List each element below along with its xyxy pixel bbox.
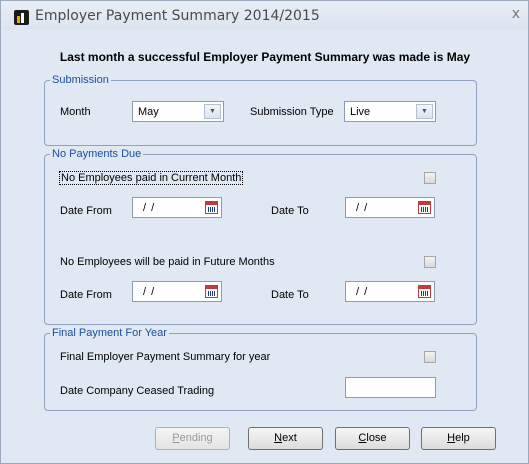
month-select[interactable]: May ▼ bbox=[132, 101, 224, 122]
submission-legend: Submission bbox=[52, 74, 109, 86]
future-date-from-field[interactable]: / / bbox=[132, 281, 222, 302]
next-button[interactable]: Next bbox=[248, 427, 323, 450]
dialog-window: Employer Payment Summary 2014/2015 x Las… bbox=[0, 0, 529, 464]
current-date-from-field[interactable]: / / bbox=[132, 197, 222, 218]
final-eps-checkbox[interactable] bbox=[424, 351, 436, 363]
calendar-icon[interactable] bbox=[418, 201, 431, 214]
help-mnemonic: H bbox=[447, 432, 456, 444]
current-date-to-label: Date To bbox=[271, 205, 309, 217]
final-eps-label: Final Employer Payment Summary for year bbox=[60, 351, 271, 363]
no-employees-current-label: No Employees paid in Current Month bbox=[59, 171, 244, 185]
current-date-to-value: / / bbox=[356, 202, 369, 214]
close-label: lose bbox=[366, 432, 387, 444]
month-label: Month bbox=[60, 106, 91, 118]
submission-type-label: Submission Type bbox=[250, 106, 334, 118]
final-payment-legend: Final Payment For Year bbox=[52, 327, 167, 339]
current-date-from-label: Date From bbox=[60, 205, 112, 217]
dialog-body: Last month a successful Employer Payment… bbox=[8, 31, 522, 457]
help-button[interactable]: Help bbox=[421, 427, 496, 450]
pending-label: ending bbox=[179, 432, 213, 444]
next-mnemonic: N bbox=[274, 432, 283, 444]
chevron-down-icon[interactable]: ▼ bbox=[416, 104, 433, 119]
chevron-down-icon[interactable]: ▼ bbox=[204, 104, 221, 119]
future-date-to-value: / / bbox=[356, 286, 369, 298]
final-payment-group: Final Payment For Year bbox=[44, 327, 477, 411]
payroll-app-icon bbox=[14, 10, 29, 25]
window-title: Employer Payment Summary 2014/2015 bbox=[35, 8, 320, 24]
no-payments-legend: No Payments Due bbox=[52, 148, 142, 160]
title-bar: Employer Payment Summary 2014/2015 x bbox=[1, 1, 528, 30]
future-date-to-field[interactable]: / / bbox=[345, 281, 435, 302]
last-submission-heading: Last month a successful Employer Payment… bbox=[59, 50, 471, 64]
calendar-icon[interactable] bbox=[205, 201, 218, 214]
no-employees-future-checkbox[interactable] bbox=[424, 256, 436, 268]
submission-type-select[interactable]: Live ▼ bbox=[344, 101, 436, 122]
calendar-icon[interactable] bbox=[418, 285, 431, 298]
help-label: elp bbox=[455, 432, 470, 444]
close-icon[interactable]: x bbox=[512, 6, 520, 22]
future-date-from-label: Date From bbox=[60, 289, 112, 301]
current-date-to-field[interactable]: / / bbox=[345, 197, 435, 218]
no-employees-future-label: No Employees will be paid in Future Mont… bbox=[60, 256, 275, 268]
submission-type-value: Live bbox=[350, 106, 371, 118]
no-employees-current-checkbox[interactable] bbox=[424, 172, 436, 184]
date-ceased-trading-input[interactable] bbox=[345, 377, 436, 398]
next-label: ext bbox=[282, 432, 297, 444]
current-date-from-value: / / bbox=[143, 202, 156, 214]
calendar-icon[interactable] bbox=[205, 285, 218, 298]
month-value: May bbox=[138, 106, 159, 118]
close-button[interactable]: Close bbox=[335, 427, 410, 450]
pending-button[interactable]: Pending bbox=[155, 427, 230, 450]
future-date-from-value: / / bbox=[143, 286, 156, 298]
pending-mnemonic: P bbox=[172, 432, 180, 444]
future-date-to-label: Date To bbox=[271, 289, 309, 301]
date-ceased-trading-label: Date Company Ceased Trading bbox=[60, 385, 215, 397]
